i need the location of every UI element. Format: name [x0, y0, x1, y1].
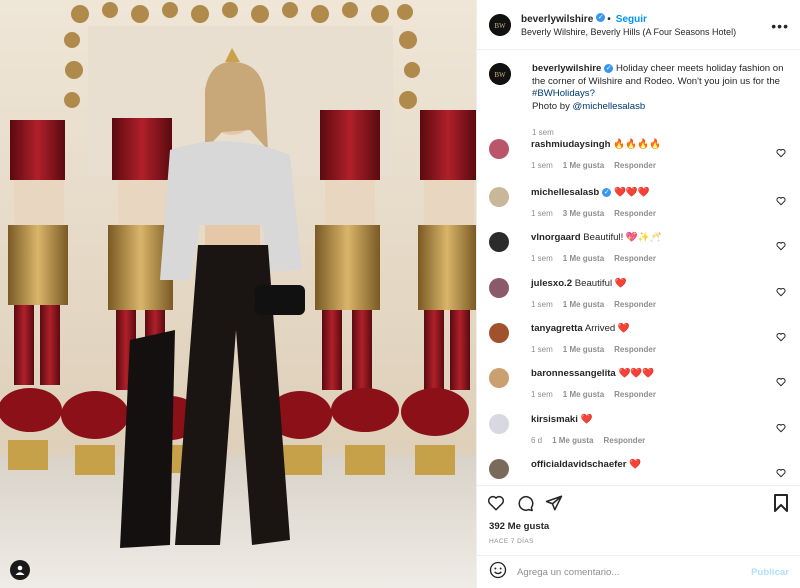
caption-hashtag[interactable]: #BWHolidays? — [532, 88, 595, 99]
post-caption: BW beverlywilshire ✓ Holiday cheer meets … — [489, 63, 789, 140]
commenter-avatar[interactable] — [489, 187, 509, 207]
post-side-panel: BW beverlywilshire ✓ • Seguir Beverly Wilsh… — [476, 0, 800, 588]
heart-icon[interactable] — [487, 494, 505, 512]
reply-button[interactable]: Responder — [603, 436, 645, 445]
comment-like-heart-icon[interactable] — [776, 145, 786, 158]
post-actions: 392 Me gusta HACE 7 DÍAS — [477, 485, 800, 553]
bookmark-icon[interactable] — [773, 494, 789, 512]
svg-text:BW: BW — [494, 71, 506, 79]
comment-time: 1 sem — [531, 390, 553, 399]
commenter-username[interactable]: baronnessangelita — [531, 368, 616, 379]
comment-row: rashmiudaysingh 🔥🔥🔥🔥 1 sem 1 Me gusta Respo… — [489, 139, 794, 172]
comment-row: officialdavidschaefer ❤️ — [489, 459, 794, 479]
verified-badge-icon: ✓ — [602, 187, 612, 197]
comment-like-heart-icon[interactable] — [776, 193, 786, 206]
commenter-username[interactable]: officialdavidschaefer — [531, 459, 626, 470]
comment-time: 1 sem — [531, 254, 553, 263]
commenter-avatar[interactable] — [489, 414, 509, 434]
commenter-username[interactable]: tanyagretta — [531, 323, 583, 334]
comment-row: julesxo.2 Beautiful ❤️ 1 sem 1 Me gusta Res… — [489, 278, 794, 311]
comment-time: 1 sem — [531, 300, 553, 309]
account-avatar[interactable]: BW — [489, 13, 511, 36]
caption-photo-by: Photo by — [532, 100, 570, 112]
commenter-avatar[interactable] — [489, 323, 509, 343]
post-location[interactable]: Beverly Wilshire, Beverly Hills (A Four … — [521, 26, 736, 39]
comment-text: ❤️ — [629, 459, 642, 470]
likes-count[interactable]: 392 Me gusta — [489, 521, 549, 532]
caption-username[interactable]: beverlywilshire — [532, 63, 601, 74]
comment-text: ❤️❤️❤️ — [613, 187, 650, 198]
comment-time: 6 d — [531, 436, 543, 445]
comment-like-heart-icon[interactable] — [776, 374, 786, 387]
comment-text: 🔥🔥🔥🔥 — [613, 139, 661, 150]
commenter-avatar[interactable] — [489, 139, 509, 159]
reply-button[interactable]: Responder — [614, 390, 656, 399]
reply-button[interactable]: Responder — [614, 209, 656, 218]
separator-dot: • — [607, 13, 611, 25]
comment-text: Arrived ❤️ — [584, 323, 630, 334]
publish-button[interactable]: Publicar — [751, 567, 789, 578]
comment-time: 1 sem — [531, 345, 553, 354]
add-comment-bar: Publicar — [477, 555, 800, 588]
comment-text: ❤️❤️❤️ — [618, 368, 655, 379]
comment-row: vlnorgaard Beautiful! 💖✨🥂 1 sem 1 Me gusta… — [489, 232, 794, 265]
comment-likes[interactable]: 1 Me gusta — [552, 436, 593, 445]
comment-text: ❤️ — [580, 414, 593, 425]
commenter-avatar[interactable] — [489, 459, 509, 479]
user-tag-icon[interactable] — [10, 560, 30, 580]
comment-like-heart-icon[interactable] — [776, 238, 786, 251]
comment-likes[interactable]: 3 Me gusta — [563, 209, 604, 218]
comment-text: Beautiful! 💖✨🥂 — [583, 232, 662, 243]
svg-text:BW: BW — [494, 22, 506, 30]
verified-badge-icon: ✓ — [604, 63, 614, 73]
posted-ago: HACE 7 DÍAS — [489, 538, 534, 545]
commenter-avatar[interactable] — [489, 232, 509, 252]
caption-time: 1 sem — [532, 128, 554, 137]
comment-row: tanyagretta Arrived ❤️ 1 sem 1 Me gusta Res… — [489, 323, 794, 356]
reply-button[interactable]: Responder — [614, 300, 656, 309]
comment-text: Beautiful ❤️ — [574, 278, 627, 289]
commenter-username[interactable]: vlnorgaard — [531, 232, 581, 243]
comment-like-heart-icon[interactable] — [776, 465, 786, 478]
commenter-username[interactable]: kirsismaki — [531, 414, 578, 425]
caption-avatar[interactable]: BW — [489, 63, 511, 85]
comment-time: 1 sem — [531, 161, 553, 170]
comment-likes[interactable]: 1 Me gusta — [563, 390, 604, 399]
more-icon[interactable]: ••• — [771, 18, 789, 34]
comment-like-heart-icon[interactable] — [776, 284, 786, 297]
caption-mention[interactable]: @michellesalasb — [573, 101, 646, 112]
reply-button[interactable]: Responder — [614, 254, 656, 263]
comments-feed[interactable]: BW beverlywilshire ✓ Holiday cheer meets … — [477, 51, 800, 485]
comment-likes[interactable]: 1 Me gusta — [563, 300, 604, 309]
comment-row: kirsismaki ❤️ 6 d 1 Me gusta Responder — [489, 414, 794, 447]
reply-button[interactable]: Responder — [614, 345, 656, 354]
post-photo[interactable] — [0, 0, 476, 588]
commenter-avatar[interactable] — [489, 278, 509, 298]
commenter-username[interactable]: rashmiudaysingh — [531, 139, 610, 150]
post-header: BW beverlywilshire ✓ • Seguir Beverly Wilsh… — [477, 0, 800, 50]
comment-like-heart-icon[interactable] — [776, 420, 786, 433]
emoji-icon[interactable] — [489, 561, 507, 584]
reply-button[interactable]: Responder — [614, 161, 656, 170]
commenter-avatar[interactable] — [489, 368, 509, 388]
comment-icon[interactable] — [516, 494, 534, 512]
comment-input[interactable] — [517, 566, 727, 578]
share-icon[interactable] — [545, 494, 563, 512]
instagram-post-modal: BW beverlywilshire ✓ • Seguir Beverly Wilsh… — [0, 0, 800, 588]
account-username[interactable]: beverlywilshire — [521, 14, 593, 25]
comment-row: baronnessangelita ❤️❤️❤️ 1 sem 1 Me gusta R… — [489, 368, 794, 401]
photo-illustration — [0, 0, 476, 588]
follow-button[interactable]: Seguir — [616, 14, 647, 25]
commenter-username[interactable]: michellesalasb — [531, 187, 599, 198]
comment-likes[interactable]: 1 Me gusta — [563, 161, 604, 170]
comment-row: michellesalasb ✓ ❤️❤️❤️ 1 sem 3 Me gusta Res… — [489, 187, 794, 220]
comment-likes[interactable]: 1 Me gusta — [563, 345, 604, 354]
comment-like-heart-icon[interactable] — [776, 329, 786, 342]
commenter-username[interactable]: julesxo.2 — [531, 278, 572, 289]
verified-badge-icon: ✓ — [596, 12, 606, 22]
comment-likes[interactable]: 1 Me gusta — [563, 254, 604, 263]
comment-time: 1 sem — [531, 209, 553, 218]
